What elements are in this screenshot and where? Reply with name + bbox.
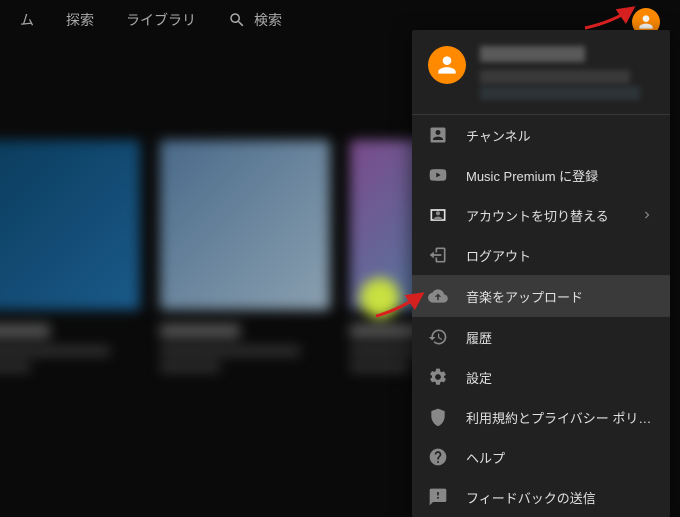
user-email-redacted xyxy=(480,86,640,100)
menu-item-label: ログアウト xyxy=(466,246,654,265)
chevron-right-icon xyxy=(640,208,654,222)
search-label: 検索 xyxy=(254,10,282,30)
menu-item-label: チャンネル xyxy=(466,126,654,145)
menu-item-cloud-upload[interactable]: 音楽をアップロード xyxy=(412,276,670,316)
account-box-icon xyxy=(428,125,448,145)
menu-item-label: フィードバックの送信 xyxy=(466,488,654,507)
dropdown-avatar xyxy=(428,46,466,84)
account-dropdown: チャンネル Music Premium に登録アカウントを切り替えるログアウト音楽… xyxy=(412,30,670,517)
menu-item-account-box[interactable]: チャンネル xyxy=(412,115,670,155)
nav-home-fragment[interactable]: ム xyxy=(20,10,34,30)
search-button[interactable]: 検索 xyxy=(228,10,282,30)
switch-account-icon xyxy=(428,205,448,225)
logout-icon xyxy=(428,245,448,265)
settings-icon xyxy=(428,367,448,387)
menu-item-label: ヘルプ xyxy=(466,448,654,467)
dropdown-header xyxy=(412,30,670,114)
history-icon xyxy=(428,327,448,347)
menu-item-label: 利用規約とプライバシー ポリ… xyxy=(466,408,654,427)
youtube-icon xyxy=(428,165,448,185)
menu-item-label: 履歴 xyxy=(466,328,654,347)
shield-icon xyxy=(428,407,448,427)
help-icon xyxy=(428,447,448,467)
menu-item-label: 設定 xyxy=(466,368,654,387)
menu-item-switch-account[interactable]: アカウントを切り替える xyxy=(412,195,670,235)
album-thumbnail xyxy=(160,140,330,310)
album-card[interactable] xyxy=(0,140,140,372)
nav-explore[interactable]: 探索 xyxy=(66,10,94,30)
menu-item-label: Music Premium に登録 xyxy=(466,166,654,185)
menu-item-youtube[interactable]: Music Premium に登録 xyxy=(412,155,670,195)
menu-item-label: アカウントを切り替える xyxy=(466,206,622,225)
person-icon xyxy=(636,12,656,32)
user-name-redacted xyxy=(480,46,585,62)
person-icon xyxy=(434,52,460,78)
album-card[interactable] xyxy=(160,140,330,372)
user-email-redacted xyxy=(480,70,630,84)
menu-item-label: 音楽をアップロード xyxy=(466,287,654,306)
menu-item-logout[interactable]: ログアウト xyxy=(412,235,670,275)
search-icon xyxy=(228,11,246,29)
menu-item-shield[interactable]: 利用規約とプライバシー ポリ… xyxy=(412,397,670,437)
menu-item-help[interactable]: ヘルプ xyxy=(412,437,670,477)
menu-item-feedback[interactable]: フィードバックの送信 xyxy=(412,477,670,517)
album-thumbnail xyxy=(0,140,140,310)
menu-item-history[interactable]: 履歴 xyxy=(412,317,670,357)
feedback-icon xyxy=(428,487,448,507)
cloud-upload-icon xyxy=(428,286,448,306)
menu-item-settings[interactable]: 設定 xyxy=(412,357,670,397)
nav-library[interactable]: ライブラリ xyxy=(126,10,196,30)
